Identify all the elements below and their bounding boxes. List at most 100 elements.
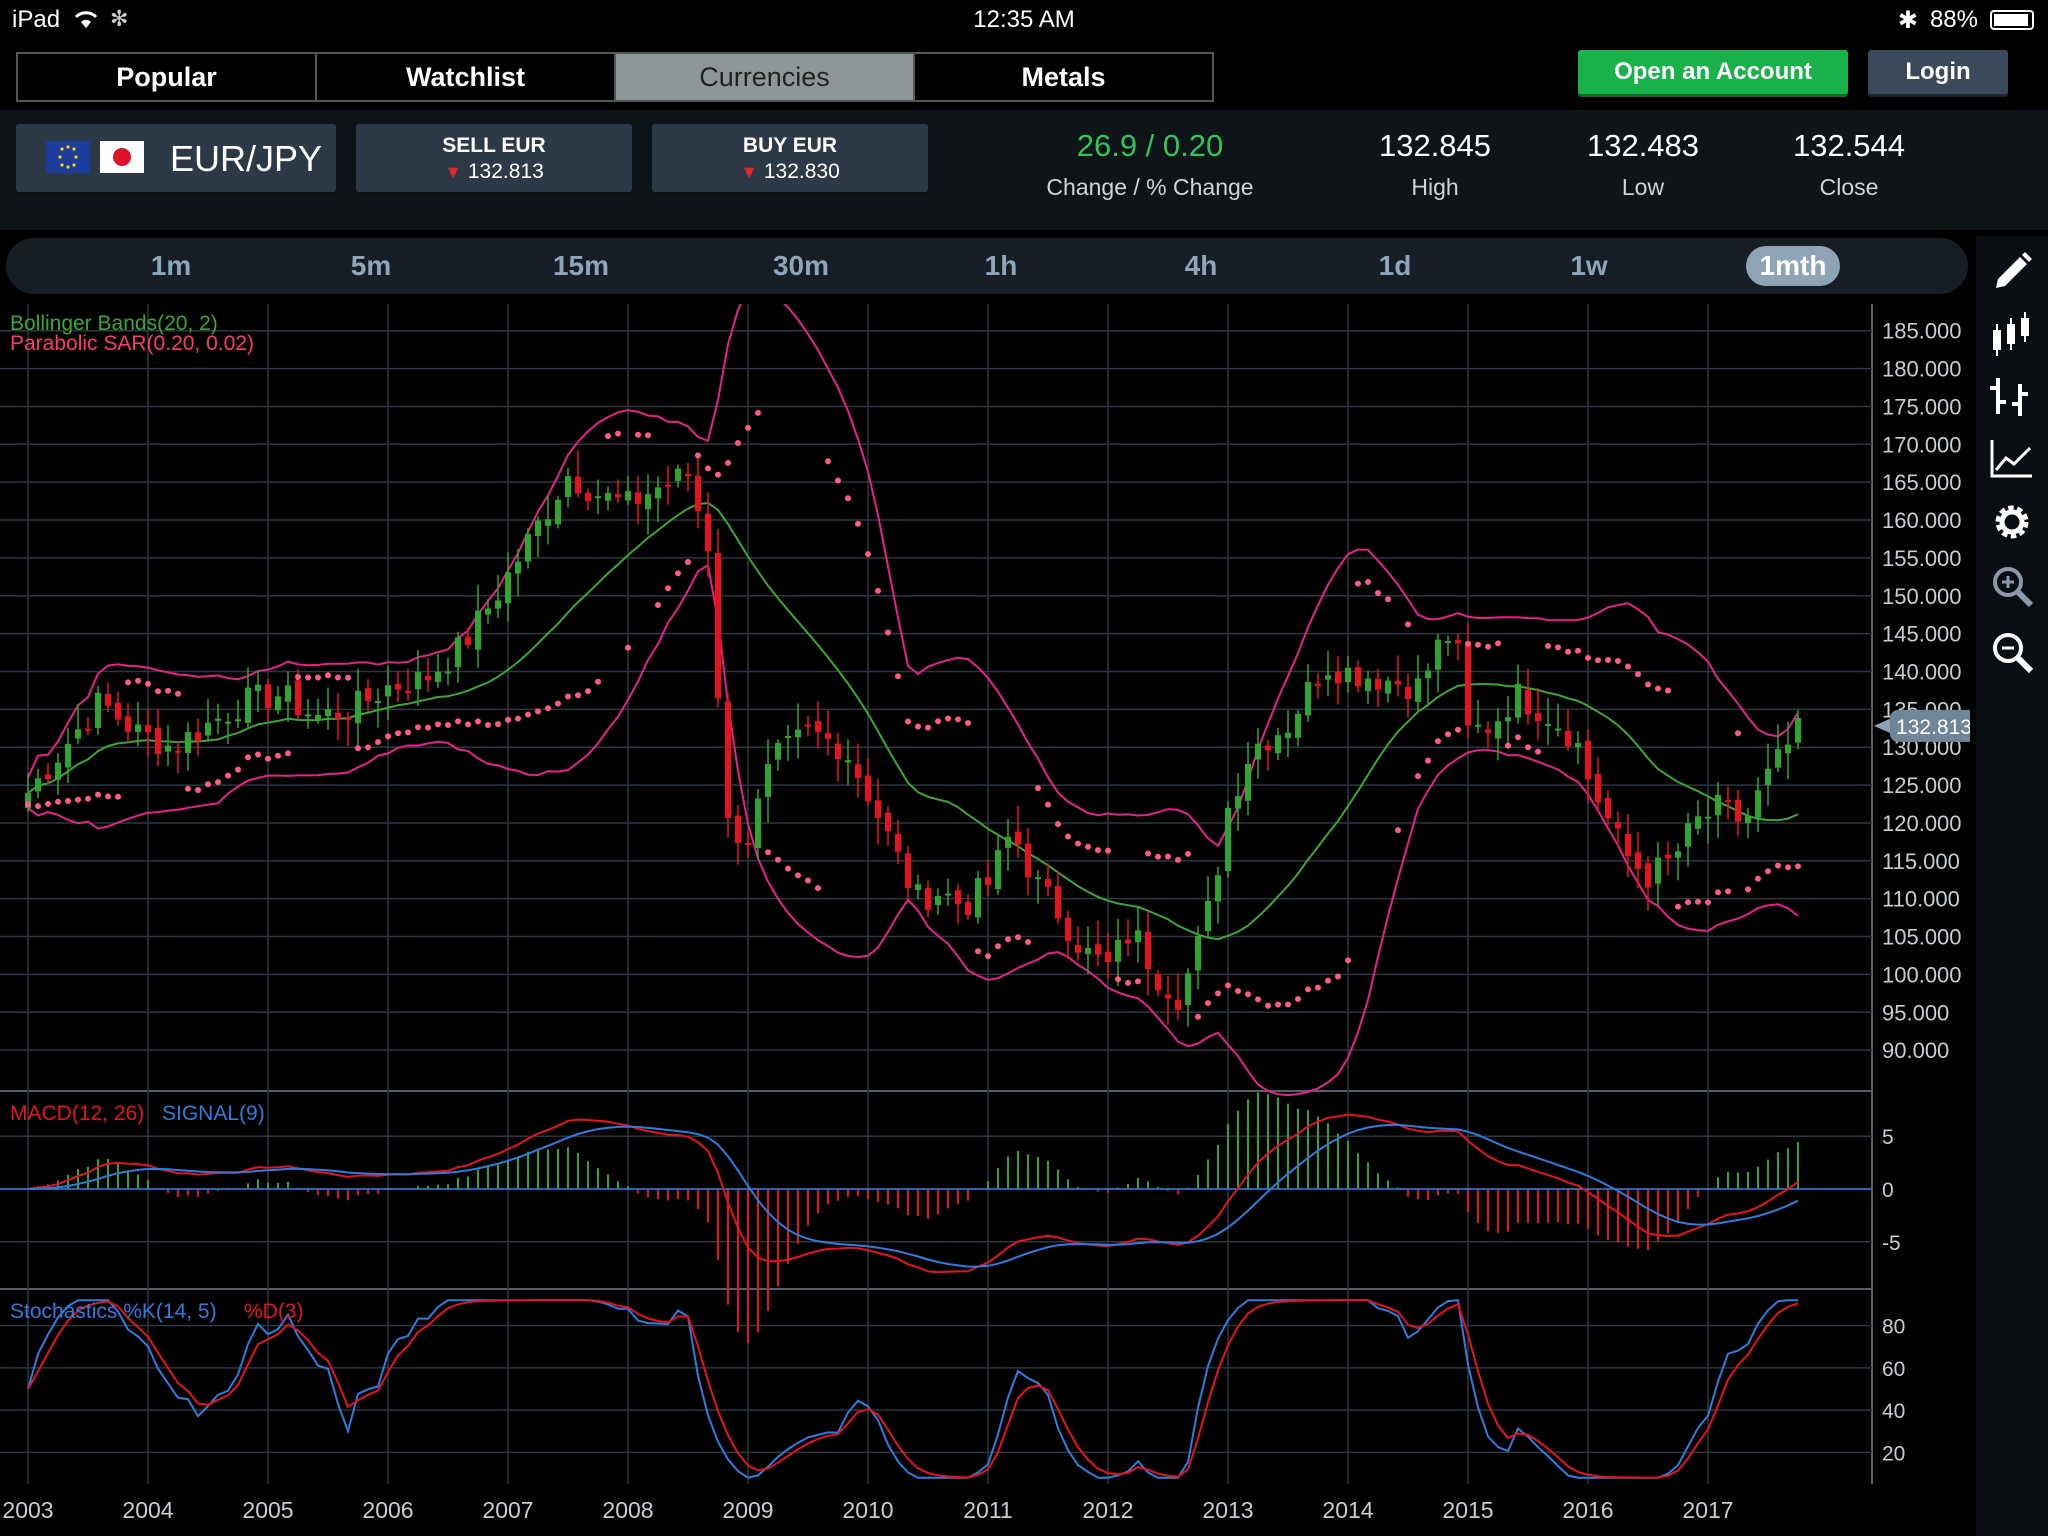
candle-body	[1025, 843, 1031, 878]
sar-dot	[75, 796, 81, 803]
candle-body	[1515, 683, 1521, 718]
sar-dot	[1665, 687, 1671, 694]
sar-dot	[105, 793, 111, 800]
sar-dot	[1555, 644, 1561, 651]
sar-dot	[1515, 734, 1521, 741]
candle-body	[365, 688, 371, 701]
sar-dot	[635, 431, 641, 438]
price-tick-label: 110.000	[1882, 887, 1960, 912]
candle-body	[1205, 900, 1211, 932]
candle-body	[375, 701, 381, 704]
timeframe-4h[interactable]: 4h	[1156, 246, 1246, 286]
zoom-in-icon[interactable]	[1988, 562, 2036, 610]
timeframe-1d[interactable]: 1d	[1350, 246, 1440, 286]
candle-body	[395, 684, 401, 690]
sar-dot	[1405, 621, 1411, 628]
candlestick-icon[interactable]	[1988, 310, 2036, 358]
tab-metals[interactable]: Metals	[915, 54, 1212, 100]
candle-body	[1255, 743, 1261, 760]
sell-button[interactable]: SELL EUR ▼ 132.813	[356, 124, 632, 192]
candle-body	[1125, 939, 1131, 944]
sar-dot	[1425, 757, 1431, 764]
sar-dot	[1525, 744, 1531, 751]
candle-body	[115, 702, 121, 720]
x-tick-label: 2003	[2, 1497, 53, 1523]
sar-dot	[535, 708, 541, 715]
open-account-button[interactable]: Open an Account	[1578, 50, 1848, 94]
line-chart-icon[interactable]	[1988, 434, 2036, 482]
candle-body	[1415, 678, 1421, 702]
timeframe-1m[interactable]: 1m	[126, 246, 216, 286]
sar-dot	[1685, 899, 1691, 906]
tab-watchlist[interactable]: Watchlist	[317, 54, 616, 100]
candle-body	[1155, 973, 1161, 991]
timeframe-5m[interactable]: 5m	[326, 246, 416, 286]
sar-dot	[215, 779, 221, 786]
candle-body	[245, 687, 251, 723]
candle-body	[785, 735, 791, 739]
sar-dot	[1155, 853, 1161, 860]
login-button[interactable]: Login	[1868, 50, 2008, 94]
sar-dot	[1545, 643, 1551, 650]
sar-dot	[1745, 886, 1751, 893]
last-price-label: 132.813	[1896, 716, 1970, 739]
bar-chart-icon[interactable]	[1988, 372, 2036, 420]
candle-body	[1635, 852, 1641, 869]
sar-dot	[1205, 1000, 1211, 1007]
timeframe-1w[interactable]: 1w	[1544, 246, 1634, 286]
candle-body	[855, 764, 861, 779]
buy-button[interactable]: BUY EUR ▼ 132.830	[652, 124, 928, 192]
candle-body	[1095, 944, 1101, 955]
candle-body	[705, 513, 711, 552]
candle-body	[145, 725, 151, 733]
sar-dot	[1365, 579, 1371, 586]
sar-dot	[1635, 671, 1641, 678]
candle-body	[1735, 799, 1741, 822]
timeframe-1mth[interactable]: 1mth	[1746, 246, 1840, 286]
tab-popular[interactable]: Popular	[18, 54, 317, 100]
candle-body	[1235, 796, 1241, 809]
timeframe-30m[interactable]: 30m	[746, 246, 856, 286]
sar-dot	[875, 587, 881, 594]
candle-body	[1785, 744, 1791, 754]
candle-body	[935, 895, 941, 906]
candle-body	[315, 714, 321, 720]
candle-body	[1745, 815, 1751, 824]
pencil-icon[interactable]	[1988, 248, 2036, 296]
sar-dot	[515, 715, 521, 722]
buy-price: 132.830	[763, 160, 840, 183]
sar-dot	[485, 722, 491, 729]
sar-dot	[1005, 936, 1011, 943]
candle-body	[155, 728, 161, 755]
sar-dot	[385, 733, 391, 740]
x-tick-label: 2014	[1322, 1497, 1373, 1523]
candle-body	[1145, 931, 1151, 970]
instrument-selector[interactable]: EUR/JPY	[16, 124, 336, 192]
candle-body	[1595, 774, 1601, 803]
battery-icon	[1990, 10, 2034, 30]
signal-line	[27, 1123, 1799, 1268]
tab-currencies[interactable]: Currencies	[616, 54, 915, 100]
sar-dot	[915, 723, 921, 730]
timeframe-1h[interactable]: 1h	[956, 246, 1046, 286]
sar-dot	[925, 724, 931, 731]
candle-body	[195, 732, 201, 742]
stochastic-panel	[27, 1299, 1799, 1479]
sar-dot	[675, 570, 681, 577]
candle-body	[1485, 729, 1491, 733]
sar-dot	[905, 718, 911, 725]
candle-body	[645, 494, 651, 510]
timeframe-15m[interactable]: 15m	[536, 246, 626, 286]
price-tick-label: 115.000	[1882, 849, 1960, 874]
price-chart[interactable]: 2003 2004 2005 2006 2007 2008 2009 2010 2011 2012…	[0, 304, 1970, 1536]
candle-body	[1055, 886, 1061, 919]
sar-dot	[615, 430, 621, 437]
stoch-tick-label: 20	[1882, 1442, 1905, 1465]
sar-dot	[1195, 1013, 1201, 1020]
candle-body	[965, 901, 971, 915]
gear-icon[interactable]	[1988, 498, 2036, 546]
candle-body	[275, 696, 281, 711]
zoom-out-icon[interactable]	[1988, 628, 2036, 676]
sar-dot	[1415, 773, 1421, 780]
low-label: Low	[1621, 174, 1665, 200]
